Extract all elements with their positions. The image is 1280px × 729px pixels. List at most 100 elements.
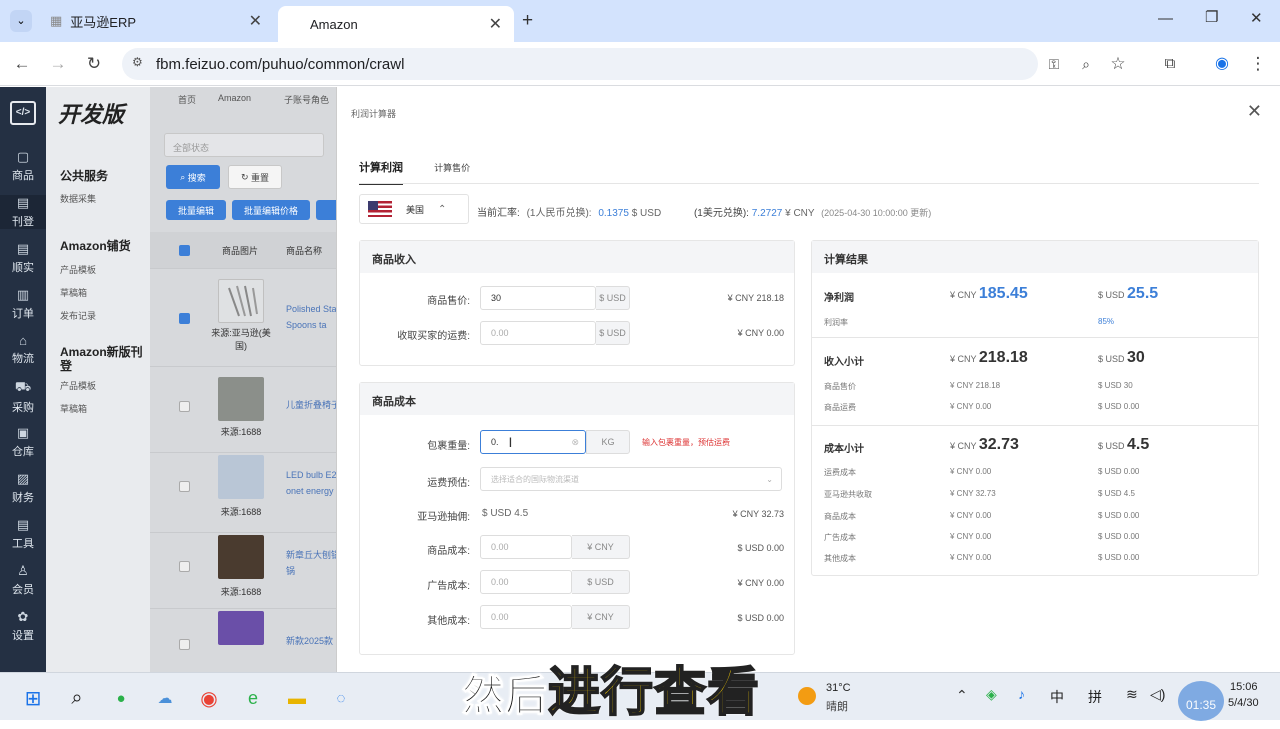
search-icon[interactable]: ⌕ — [64, 685, 90, 711]
restore-icon[interactable]: ❐ — [1205, 8, 1218, 26]
minimize-icon[interactable]: — — [1158, 10, 1173, 27]
ad-cost-input[interactable]: 0.00 — [480, 570, 572, 594]
row-checkbox[interactable] — [179, 401, 190, 412]
shipping-input[interactable]: 0.00 — [480, 321, 596, 345]
product-name[interactable]: Polished Sta d Spoons ta — [286, 301, 336, 333]
cost-card-title: 商品成本 — [360, 383, 794, 415]
more-batch-button[interactable] — [316, 200, 336, 220]
extensions-icon[interactable]: ⧉ — [1160, 54, 1180, 74]
page-tab-amazon[interactable]: Amazon — [218, 93, 251, 103]
tray-app-icon[interactable]: ◈ — [986, 686, 997, 703]
close-tab-icon[interactable]: ✕ — [249, 11, 262, 31]
product-name[interactable]: 儿童折叠椅子 — [286, 397, 336, 413]
batch-edit-button[interactable]: 批量编辑 — [166, 200, 226, 220]
page-tab-subaccount[interactable]: 子账号角色 — [284, 93, 329, 106]
tab-calc-price[interactable]: 计算售价 — [434, 163, 470, 173]
close-tab-icon[interactable]: ✕ — [489, 14, 502, 34]
income-card-title: 商品收入 — [360, 241, 794, 273]
product-thumbnail[interactable] — [218, 611, 264, 645]
ime-mode[interactable]: 中 — [1050, 687, 1064, 707]
row-checkbox[interactable] — [179, 639, 190, 650]
row-checkbox[interactable] — [179, 313, 190, 324]
window-close-icon[interactable]: ✕ — [1250, 9, 1263, 27]
product-source: 来源:1688 — [220, 427, 262, 437]
url-bar[interactable]: ⚙ fbm.feizuo.com/puhuo/common/crawl — [122, 48, 1038, 80]
freight-select[interactable]: 选择适合的国际物流渠道 ⌄ — [480, 467, 782, 491]
status-select[interactable]: 全部状态 — [164, 133, 324, 157]
search-button[interactable]: ⌕ 搜索 — [166, 165, 220, 189]
price-input[interactable]: 30 — [480, 286, 596, 310]
product-name[interactable]: 新款2025款 — [286, 633, 336, 649]
cost-row-label: 其他成本 — [824, 554, 856, 563]
sidebar-item-shunshi[interactable]: ▤ 顺实 — [0, 241, 46, 275]
reset-button[interactable]: ↻ 重置 — [228, 165, 282, 189]
folder-icon[interactable]: ▬ — [284, 685, 310, 711]
select-all-checkbox[interactable] — [179, 245, 190, 256]
tab-calc-profit[interactable]: 计算利润 — [359, 162, 403, 185]
menu-item-template-new[interactable]: 产品模板 — [60, 379, 96, 392]
sidebar-item-listing[interactable]: ▤ 刊登 — [0, 195, 46, 229]
country-select[interactable]: 美国 ⌃ — [359, 194, 469, 224]
tab-amazon[interactable]: Amazon ✕ — [278, 6, 514, 42]
other-cost-input[interactable]: 0.00 — [480, 605, 572, 629]
chat-app-icon[interactable]: ◌ — [328, 685, 354, 711]
microphone-icon[interactable]: ♪ — [1018, 686, 1025, 702]
cost-subtotal-cny: ¥ CNY 32.73 — [950, 436, 1019, 453]
clock-date: 5/4/30 — [1228, 697, 1259, 709]
menu-dots-icon[interactable]: ⋮ — [1248, 54, 1268, 74]
forward-icon[interactable]: → — [48, 54, 68, 74]
wifi-icon[interactable]: ≋ — [1126, 686, 1138, 703]
menu-item-template[interactable]: 产品模板 — [60, 263, 96, 276]
product-thumbnail[interactable] — [218, 535, 264, 579]
menu-item-draft-new[interactable]: 草稿箱 — [60, 402, 87, 415]
menu-item-publish-log[interactable]: 发布记录 — [60, 309, 96, 322]
weight-input[interactable]: 0. I ⊗ — [480, 430, 586, 454]
page-tab-home[interactable]: 首页 — [178, 93, 196, 106]
batch-price-button[interactable]: 批量编辑价格 — [232, 200, 310, 220]
commission-label: 亚马逊抽佣: — [417, 512, 470, 523]
sidebar-item-orders[interactable]: ▥ 订单 — [0, 287, 46, 321]
bookmark-star-icon[interactable]: ☆ — [1108, 54, 1128, 74]
cost-row-label: 广告成本 — [824, 533, 856, 542]
sidebar-item-logistics[interactable]: ⌂ 物流 — [0, 333, 46, 366]
zoom-icon[interactable]: ⌕ — [1076, 54, 1096, 74]
ie-browser-icon[interactable]: e — [240, 685, 266, 711]
price-label: 商品售价: — [427, 296, 470, 307]
product-thumbnail[interactable] — [218, 455, 264, 499]
sidebar-item-products[interactable]: ▢ 商品 — [0, 149, 46, 183]
menu-item-data-collect[interactable]: 数据采集 — [60, 192, 96, 205]
clear-input-icon[interactable]: ⊗ — [571, 437, 579, 448]
product-name[interactable]: LED bulb E2 onet energy — [286, 467, 336, 499]
key-icon[interactable]: ⚿ — [1044, 54, 1064, 74]
sidebar-item-purchase[interactable]: ⛟ 采购 — [0, 379, 46, 415]
cloud-icon[interactable]: ☁ — [152, 685, 178, 711]
new-tab-icon[interactable]: + — [522, 10, 533, 32]
product-thumbnail[interactable] — [218, 377, 264, 421]
row-checkbox[interactable] — [179, 481, 190, 492]
volume-icon[interactable]: ◁) — [1150, 686, 1165, 703]
sidebar-item-finance[interactable]: ▨ 财务 — [0, 471, 46, 505]
row-checkbox[interactable] — [179, 561, 190, 572]
back-icon[interactable]: ← — [12, 54, 32, 74]
tab-erp[interactable]: ▦ 亚马逊ERP ✕ — [38, 6, 274, 36]
tab-list-button[interactable]: ⌄ — [10, 10, 32, 32]
us-flag-icon — [368, 201, 392, 217]
product-name[interactable]: 新章丘大刨锅 锅 — [286, 547, 336, 579]
wechat-icon[interactable]: ● — [108, 685, 134, 711]
sidebar-item-member[interactable]: ♙ 会员 — [0, 563, 46, 597]
product-thumbnail[interactable] — [218, 279, 264, 323]
site-info-icon[interactable]: ⚙ — [132, 55, 143, 69]
close-panel-icon[interactable]: ✕ — [1247, 101, 1262, 122]
ime-pinyin[interactable]: 拼 — [1088, 687, 1102, 707]
chrome-icon[interactable]: ◉ — [196, 685, 222, 711]
sidebar-item-settings[interactable]: ✿ 设置 — [0, 609, 46, 643]
sidebar-item-tools[interactable]: ▤ 工具 — [0, 517, 46, 551]
goods-cost-input[interactable]: 0.00 — [480, 535, 572, 559]
box-icon: ▢ — [16, 149, 30, 164]
sidebar-item-warehouse[interactable]: ▣ 仓库 — [0, 425, 46, 459]
tray-chevron-icon[interactable]: ⌃ — [956, 687, 968, 704]
windows-start-icon[interactable]: ⊞ — [20, 685, 46, 711]
reload-icon[interactable]: ↻ — [84, 54, 104, 74]
profile-icon[interactable]: ◉ — [1212, 54, 1232, 74]
menu-item-draft[interactable]: 草稿箱 — [60, 286, 87, 299]
